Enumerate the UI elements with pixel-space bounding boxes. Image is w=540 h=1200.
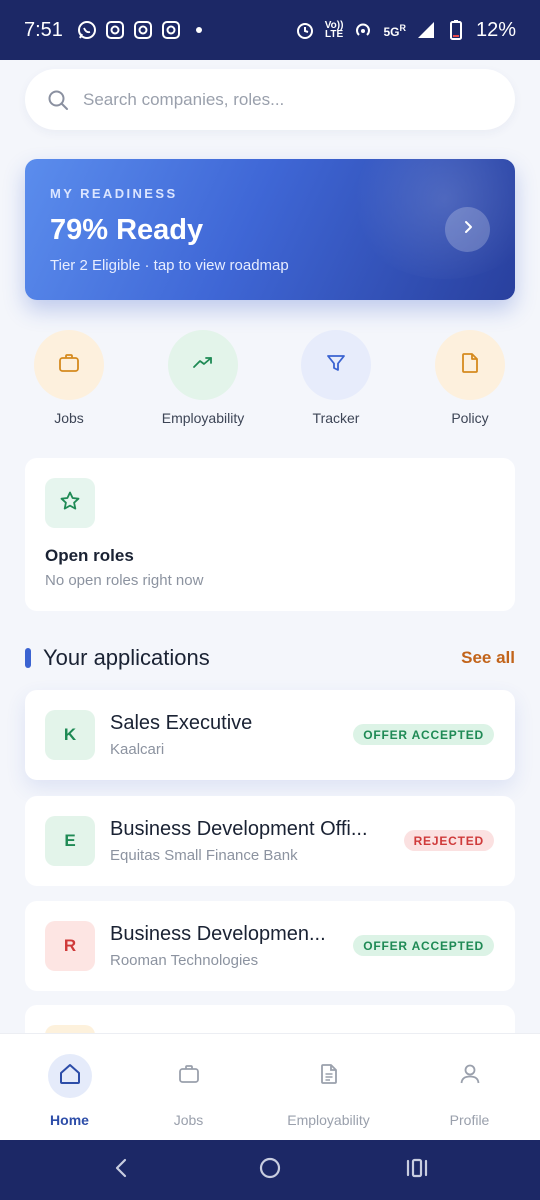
hotspot-icon <box>353 20 373 40</box>
application-company: Rooman Technologies <box>110 952 259 969</box>
signal-type: 5GR <box>383 22 406 39</box>
quick-action-label: Jobs <box>54 410 84 426</box>
section-accent-bar <box>25 648 31 668</box>
applications-section-title: Your applications <box>43 645 210 670</box>
readiness-eyebrow: MY READINESS <box>50 186 178 201</box>
star-icon <box>59 490 81 517</box>
nav-employability-icon-wrap[interactable] <box>307 1054 351 1098</box>
application-company: Kaalcari <box>110 741 165 758</box>
document-icon <box>317 1062 341 1091</box>
nav-profile-icon-wrap[interactable] <box>448 1054 492 1098</box>
briefcase-icon <box>177 1062 201 1091</box>
quick-action-label: Employability <box>161 410 245 426</box>
signal-strength-icon <box>416 20 436 40</box>
status-badge: OFFER ACCEPTED <box>353 935 494 956</box>
nav-jobs[interactable]: Jobs <box>121 1034 256 1141</box>
application-company: Equitas Small Finance Bank <box>110 847 298 864</box>
quick-action-tracker-circle[interactable] <box>301 330 371 400</box>
application-card[interactable]: R Business Developmen... Rooman Technolo… <box>25 901 515 991</box>
system-back-button[interactable] <box>110 1158 134 1182</box>
system-recents-button[interactable] <box>405 1158 429 1182</box>
search-bar[interactable] <box>25 69 515 130</box>
status-badge: OFFER ACCEPTED <box>353 724 494 745</box>
home-circle-icon <box>258 1156 282 1185</box>
status-time: 7:51 <box>24 18 63 41</box>
readiness-arrow-button[interactable] <box>445 207 490 252</box>
nav-label: Employability <box>287 1112 370 1128</box>
more-notifications-dot-icon <box>189 20 209 40</box>
nav-label: Home <box>50 1112 89 1128</box>
company-avatar: K <box>45 710 95 760</box>
open-roles-icon-box <box>45 478 95 528</box>
see-all-link[interactable]: See all <box>461 648 515 668</box>
quick-action-employability-circle[interactable] <box>168 330 238 400</box>
trending-up-icon <box>191 351 215 380</box>
battery-percent: 12% <box>475 18 516 41</box>
signal-sub-label: R <box>399 22 406 33</box>
filter-icon <box>325 352 347 379</box>
readiness-subtitle: Tier 2 Eligible · tap to view roadmap <box>50 257 289 274</box>
quick-action-policy[interactable]: Policy <box>405 330 535 426</box>
open-roles-title: Open roles <box>45 546 134 565</box>
recents-icon <box>405 1156 429 1185</box>
chevron-right-icon <box>460 219 476 240</box>
user-icon <box>458 1062 482 1091</box>
application-title: Sales Executive <box>110 712 253 734</box>
status-bar: 7:51 Vo)) LTE 5GR 12% <box>0 0 540 60</box>
back-chevron-icon <box>110 1156 134 1185</box>
company-avatar: R <box>45 921 95 971</box>
quick-action-jobs[interactable]: Jobs <box>4 330 134 426</box>
quick-action-employability[interactable]: Employability <box>138 330 268 426</box>
nav-jobs-icon-wrap[interactable] <box>167 1054 211 1098</box>
application-title: Business Developmen... <box>110 923 326 945</box>
document-icon <box>459 352 481 379</box>
system-home-button[interactable] <box>258 1156 282 1185</box>
application-card[interactable]: K Sales Executive Kaalcari OFFER ACCEPTE… <box>25 690 515 780</box>
nav-label: Profile <box>449 1112 490 1128</box>
quick-action-jobs-circle[interactable] <box>34 330 104 400</box>
system-status-icons: Vo)) LTE 5GR 12% <box>295 19 516 42</box>
nav-profile[interactable]: Profile <box>402 1034 537 1141</box>
status-badge: REJECTED <box>403 830 494 851</box>
system-navigation-bar <box>0 1140 540 1200</box>
instagram-icon <box>161 20 181 40</box>
nav-label: Jobs <box>173 1112 204 1128</box>
battery-icon <box>446 20 466 40</box>
nav-home-icon-wrap[interactable] <box>47 1054 92 1098</box>
whatsapp-icon <box>77 20 97 40</box>
instagram-icon <box>105 20 125 40</box>
quick-action-label: Tracker <box>312 410 360 426</box>
search-icon <box>47 89 69 111</box>
nav-home[interactable]: Home <box>2 1034 137 1141</box>
search-input[interactable] <box>83 89 463 110</box>
readiness-glow <box>345 159 515 279</box>
quick-action-policy-circle[interactable] <box>435 330 505 400</box>
nav-employability[interactable]: Employability <box>261 1034 396 1141</box>
alarm-icon <box>295 20 315 40</box>
open-roles-card[interactable]: Open roles No open roles right now <box>25 458 515 611</box>
application-card[interactable]: E Business Development Offi... Equitas S… <box>25 796 515 886</box>
quick-action-label: Policy <box>451 410 489 426</box>
readiness-title: 79% Ready <box>50 214 204 246</box>
bottom-navigation: Home Jobs Employability Profile <box>0 1033 540 1140</box>
signal-label: 5G <box>383 24 400 39</box>
briefcase-icon <box>58 352 80 379</box>
company-avatar: E <box>45 816 95 866</box>
notification-icons <box>77 20 209 40</box>
application-title: Business Development Offi... <box>110 818 368 840</box>
open-roles-subtitle: No open roles right now <box>45 572 204 589</box>
lte-label: LTE <box>325 29 344 40</box>
quick-action-tracker[interactable]: Tracker <box>271 330 401 426</box>
home-icon <box>58 1062 82 1091</box>
volte-indicator: Vo)) LTE <box>325 21 344 40</box>
readiness-card[interactable]: MY READINESS 79% Ready Tier 2 Eligible ·… <box>25 159 515 300</box>
instagram-icon <box>133 20 153 40</box>
